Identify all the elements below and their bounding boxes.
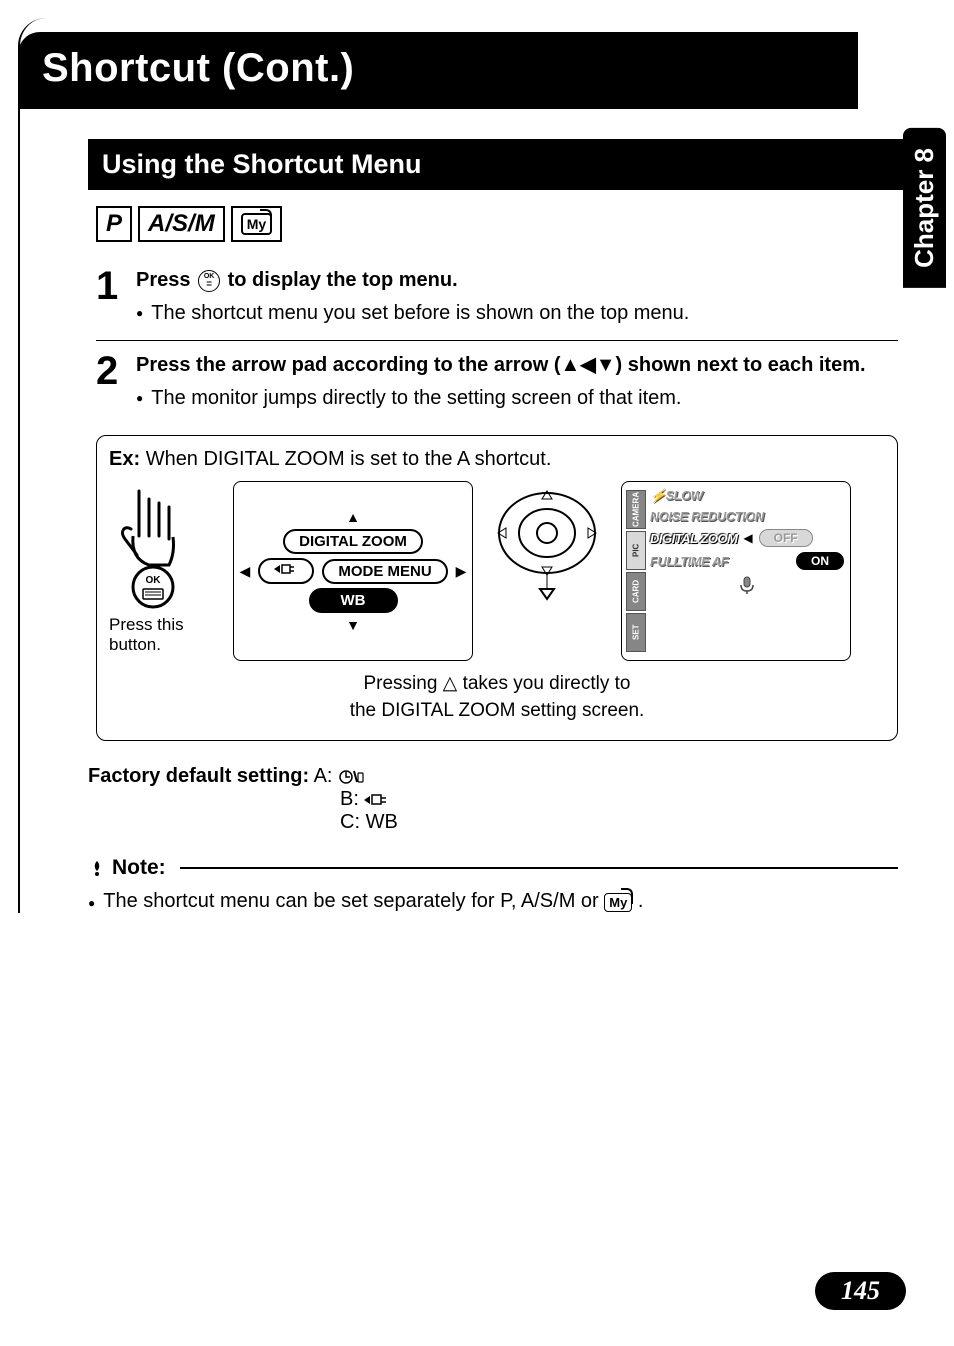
lcd-item-slow: ⚡SLOW [650, 488, 844, 504]
af-target-icon [274, 562, 298, 576]
factory-a-label: A: [314, 765, 333, 787]
example-box: Ex: When DIGITAL ZOOM is set to the A sh… [96, 435, 898, 741]
step-1-bullet: The shortcut menu you set before is show… [151, 299, 689, 328]
lcd-tab-set: SET [626, 613, 646, 652]
page-title: Shortcut (Cont.) [42, 46, 778, 91]
step-2-bullet: The monitor jumps directly to the settin… [151, 384, 681, 413]
step-1-head-post: to display the top menu. [228, 269, 458, 291]
lcd-option-off: OFF [759, 529, 813, 547]
chapter-tab: Chapter 8 [903, 128, 946, 288]
step-1-number: 1 [96, 266, 122, 328]
svg-text:OK: OK [146, 575, 162, 586]
menu-item-digital-zoom: DIGITAL ZOOM [283, 529, 423, 554]
lcd-screen: CAMERA PIC CARD SET ⚡SLOW NOISE REDUCTIO… [621, 481, 851, 661]
my-mode-icon: My [604, 893, 632, 912]
mic-icon [737, 575, 757, 595]
step-1-head-pre: Press [136, 269, 196, 291]
triangle-left-icon: ◀ [240, 563, 251, 580]
lcd-item-noise: NOISE REDUCTION [650, 509, 844, 524]
step-1-body: Press OK ≣ to display the top menu. The … [136, 266, 898, 328]
step-1: 1 Press OK ≣ to display the top menu. Th… [96, 266, 898, 341]
factory-label: Factory default setting: [88, 765, 309, 787]
step-2-number: 2 [96, 351, 122, 413]
arrowpad-mid-row: ◀ MODE MENU ▶ [240, 558, 467, 584]
factory-c: C: WB [340, 811, 898, 834]
menu-item-af-target [258, 558, 314, 584]
factory-b: B: [340, 788, 898, 811]
triangle-down-icon: ▼ [346, 617, 360, 633]
lcd-option-on: ON [796, 552, 844, 570]
page-frame: Shortcut (Cont.) Using the Shortcut Menu… [18, 18, 918, 913]
af-target-icon [364, 792, 392, 808]
step-2-body: Press the arrow pad according to the arr… [136, 351, 898, 413]
mode-my: My [231, 206, 282, 242]
lcd-tab-card: CARD [626, 572, 646, 611]
lcd-item-fulltime-row: FULLTIME AF ON [650, 552, 844, 570]
lcd-tabs: CAMERA PIC CARD SET [626, 490, 646, 652]
factory-defaults: Factory default setting: A: [88, 765, 898, 788]
section-heading: Using the Shortcut Menu [88, 139, 906, 190]
mode-p: P [96, 206, 132, 242]
example-caption: Pressing △ takes you directly to the DIG… [109, 671, 885, 724]
diagram-row: OK Press this button. ▲ DIGITAL ZOOM ◀ [109, 481, 885, 661]
example-title: Ex: When DIGITAL ZOOM is set to the A sh… [109, 448, 885, 471]
pad-column [487, 481, 607, 601]
note-body: The shortcut menu can be set separately … [88, 890, 898, 913]
menu-item-wb: WB [309, 588, 398, 613]
arrow-pad-icon [492, 481, 602, 601]
mode-asm: A/S/M [138, 206, 225, 242]
hand-column: OK Press this button. [109, 481, 219, 655]
lcd-tab-camera: CAMERA [626, 490, 646, 529]
page-number: 145 [815, 1272, 906, 1310]
lcd-item-digitalzoom-row: DIGITAL ZOOM ◀ OFF [650, 529, 844, 547]
lcd-tab-pic: PIC [626, 531, 646, 570]
triangle-up-icon: ▲ [346, 509, 360, 525]
step-2-head: Press the arrow pad according to the arr… [136, 351, 898, 380]
triangle-right-icon: ▶ [456, 563, 467, 580]
ok-menu-button-icon: OK ≣ [198, 270, 220, 292]
menu-item-mode-menu: MODE MENU [322, 559, 447, 584]
exclamation-icon [88, 859, 106, 877]
step-2: 2 Press the arrow pad according to the a… [96, 351, 898, 425]
title-bar: Shortcut (Cont.) [18, 32, 858, 109]
hand-caption: Press this button. [109, 615, 219, 655]
arrowpad-menu: ▲ DIGITAL ZOOM ◀ MODE MENU [233, 481, 473, 661]
hand-press-icon: OK [109, 481, 199, 611]
lcd-item-digitalzoom: DIGITAL ZOOM [650, 531, 737, 546]
drive-remote-icon [338, 768, 366, 786]
my-mode-icon: My [241, 213, 272, 235]
triangle-left-small-icon: ◀ [743, 531, 752, 545]
lcd-item-fulltime: FULLTIME AF [650, 554, 728, 569]
content-area: Using the Shortcut Menu P A/S/M My 1 Pre… [20, 109, 918, 913]
note-heading: Note: [88, 856, 898, 880]
mode-row: P A/S/M My [96, 206, 898, 242]
